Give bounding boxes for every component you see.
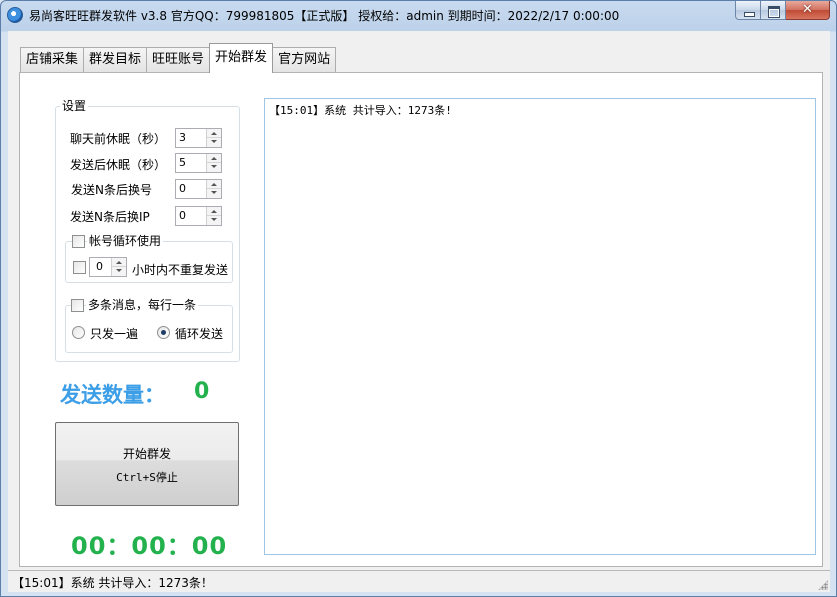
tab-send-targets[interactable]: 群发目标 [83, 47, 148, 73]
no-repeat-hours-stepper[interactable]: 0 [89, 257, 127, 277]
start-sending-button[interactable]: 开始群发 Ctrl+S停止 [55, 422, 239, 506]
close-icon: ✕ [802, 2, 813, 17]
tab-official-site[interactable]: 官方网站 [272, 47, 337, 73]
chat-sleep-down-icon[interactable] [207, 138, 221, 147]
send-count-label: 发送数量： [60, 383, 165, 407]
log-textarea[interactable]: 【15:01】系统 共计导入：1273条! [264, 98, 816, 555]
loop-send-radio[interactable] [157, 326, 170, 339]
switch-ip-value: 0 [179, 209, 186, 222]
send-once-label: 只发一遍 [90, 327, 139, 341]
switch-account-label: 发送N条后换号 [71, 183, 152, 197]
log-line: 【15:01】系统 共计导入：1273条! [269, 104, 452, 117]
title-bar[interactable]: 易尚客旺旺群发软件 v3.8 官方QQ：799981805【正式版】 授权给：a… [1, 1, 836, 29]
switch-ip-down-icon[interactable] [207, 216, 221, 225]
chat-sleep-up-icon[interactable] [207, 129, 221, 138]
multi-message-label: 多条消息，每行一条 [86, 298, 199, 312]
no-repeat-down-icon[interactable] [112, 267, 126, 276]
switch-account-up-icon[interactable] [207, 180, 221, 189]
switch-account-value: 0 [179, 182, 186, 195]
no-repeat-hours-value: 0 [96, 260, 103, 273]
stop-shortcut-label: Ctrl+S停止 [116, 471, 178, 484]
app-logo-icon [7, 7, 23, 23]
minimize-button[interactable] [735, 1, 761, 20]
window-controls: ✕ [735, 1, 830, 21]
settings-group-title: 设置 [60, 99, 89, 113]
switch-ip-up-icon[interactable] [207, 207, 221, 216]
send-sleep-up-icon[interactable] [207, 154, 221, 163]
switch-ip-label: 发送N条后换IP [70, 210, 150, 224]
tab-start-sending[interactable]: 开始群发 [209, 43, 274, 73]
account-loop-label: 帐号循环使用 [87, 234, 164, 248]
status-text: 【15:01】系统 共计导入：1273条！ [12, 576, 213, 590]
no-repeat-up-icon[interactable] [112, 258, 126, 267]
tab-strip: 店铺采集 群发目标 旺旺账号 开始群发 官方网站 [20, 43, 337, 73]
send-count-value: 0 [194, 379, 210, 404]
chat-sleep-label: 聊天前休眠（秒） [70, 132, 167, 146]
close-button[interactable]: ✕ [786, 1, 830, 20]
resize-grip-icon[interactable] [818, 580, 828, 590]
status-bar: 【15:01】系统 共计导入：1273条！ [8, 570, 830, 592]
chat-sleep-value: 3 [179, 131, 186, 144]
client-area: 店铺采集 群发目标 旺旺账号 开始群发 官方网站 设置 聊天前休眠（秒） 3 发… [8, 31, 830, 592]
start-button-label: 开始群发 [122, 447, 171, 461]
loop-send-label: 循环发送 [175, 327, 224, 341]
send-sleep-stepper[interactable]: 5 [175, 153, 222, 173]
switch-account-down-icon[interactable] [207, 189, 221, 198]
chat-sleep-stepper[interactable]: 3 [175, 128, 222, 148]
no-repeat-checkbox[interactable] [73, 261, 86, 274]
send-once-radio[interactable] [72, 326, 85, 339]
start-sending-panel: 设置 聊天前休眠（秒） 3 发送后休眠（秒） 5 发送N条后换号 0 发送N条后… [19, 72, 823, 567]
account-loop-checkbox[interactable] [72, 235, 85, 248]
send-sleep-label: 发送后休眠（秒） [70, 158, 167, 172]
maximize-button[interactable] [761, 1, 786, 20]
elapsed-timer: 00：00：00 [71, 532, 228, 560]
switch-ip-stepper[interactable]: 0 [175, 206, 222, 226]
app-window: 易尚客旺旺群发软件 v3.8 官方QQ：799981805【正式版】 授权给：a… [0, 0, 837, 597]
no-repeat-label: 小时内不重复发送 [132, 263, 229, 277]
send-sleep-down-icon[interactable] [207, 163, 221, 172]
tab-wangwang-accounts[interactable]: 旺旺账号 [146, 47, 211, 73]
send-sleep-value: 5 [179, 156, 186, 169]
multi-message-checkbox[interactable] [71, 299, 84, 312]
tab-shop-collect[interactable]: 店铺采集 [20, 47, 85, 73]
window-title: 易尚客旺旺群发软件 v3.8 官方QQ：799981805【正式版】 授权给：a… [29, 9, 620, 23]
switch-account-stepper[interactable]: 0 [175, 179, 222, 199]
